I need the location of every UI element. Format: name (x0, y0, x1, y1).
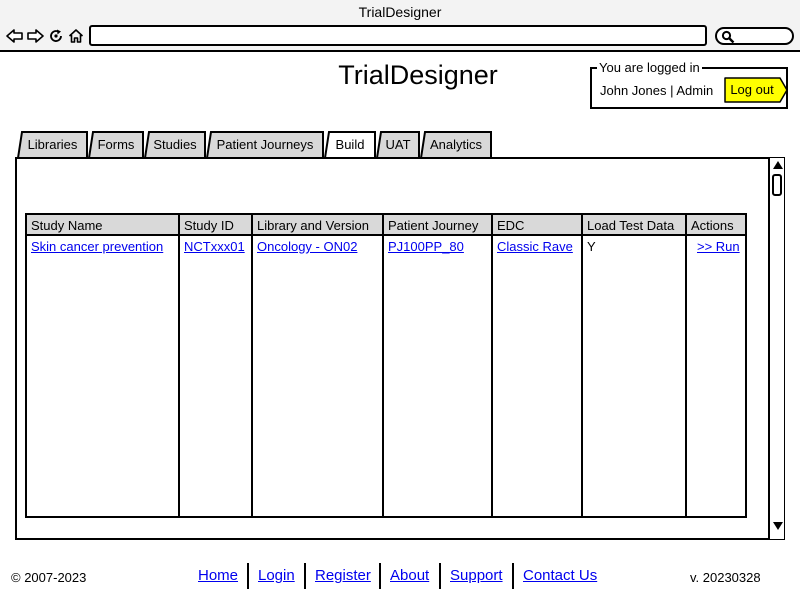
footer-divider (512, 563, 514, 589)
column-library-version: Library and Version Oncology - ON02 (253, 215, 384, 516)
logged-in-user: John Jones | Admin (600, 83, 714, 98)
tab-analytics[interactable]: Analytics (420, 131, 492, 159)
tab-label: Forms (97, 137, 135, 152)
copyright: © 2007-2023 (11, 570, 87, 585)
back-arrow-icon[interactable] (6, 27, 24, 45)
table-cell: NCTxxx01 (180, 236, 251, 254)
tab-label: UAT (385, 137, 411, 152)
table-cell: PJ100PP_80 (384, 236, 491, 254)
tab-label: Studies (153, 137, 197, 152)
column-patient-journey: Patient Journey PJ100PP_80 (384, 215, 493, 516)
tab-label: Patient Journeys (216, 137, 314, 152)
column-study-name: Study Name Skin cancer prevention (27, 215, 180, 516)
login-legend: You are logged in (597, 60, 702, 75)
footer-link-about[interactable]: About (390, 567, 429, 584)
footer-divider (439, 563, 441, 589)
load-test-data-value: Y (587, 239, 596, 254)
edc-link[interactable]: Classic Rave (497, 239, 573, 254)
column-actions: Actions >> Run (687, 215, 745, 516)
patient-journey-link[interactable]: PJ100PP_80 (388, 239, 464, 254)
window-title: TrialDesigner (358, 4, 442, 20)
table-cell: >> Run (687, 236, 745, 254)
table-cell: Oncology - ON02 (253, 236, 382, 254)
column-study-id: Study ID NCTxxx01 (180, 215, 253, 516)
column-load-test-data: Load Test Data Y (583, 215, 687, 516)
tab-patient-journeys[interactable]: Patient Journeys (206, 131, 324, 159)
study-id-link[interactable]: NCTxxx01 (184, 239, 245, 254)
table-cell: Classic Rave (493, 236, 581, 254)
library-version-link[interactable]: Oncology - ON02 (257, 239, 357, 254)
footer-divider (379, 563, 381, 589)
column-header: Study ID (180, 215, 251, 236)
column-header: Actions (687, 215, 745, 236)
run-link[interactable]: >> Run (697, 239, 740, 254)
footer-divider (304, 563, 306, 589)
tab-label: Analytics (429, 137, 483, 152)
tab-label: Libraries (27, 137, 78, 152)
footer-link-home[interactable]: Home (198, 567, 238, 584)
vertical-scrollbar[interactable] (768, 158, 784, 539)
reload-icon[interactable] (47, 27, 65, 45)
browser-chrome: TrialDesigner (0, 0, 800, 52)
logout-label: Log out (730, 82, 774, 97)
column-header: Patient Journey (384, 215, 491, 236)
tab-label: Build (335, 137, 365, 152)
browser-search-field[interactable] (715, 27, 794, 45)
column-header: Study Name (27, 215, 178, 236)
table-cell: Skin cancer prevention (27, 236, 178, 254)
version-label: v. 20230328 (690, 570, 761, 585)
column-header: EDC (493, 215, 581, 236)
footer-link-support[interactable]: Support (450, 567, 503, 584)
tab-studies[interactable]: Studies (144, 131, 206, 159)
column-header: Load Test Data (583, 215, 685, 236)
footer-link-contact-us[interactable]: Contact Us (523, 567, 597, 584)
tab-uat[interactable]: UAT (376, 131, 420, 159)
tab-forms[interactable]: Forms (88, 131, 144, 159)
home-icon[interactable] (67, 27, 85, 45)
magnifier-icon (721, 30, 735, 49)
column-edc: EDC Classic Rave (493, 215, 583, 516)
footer-link-register[interactable]: Register (315, 567, 371, 584)
footer-divider (247, 563, 249, 589)
scroll-thumb[interactable] (772, 174, 782, 196)
login-status-box: You are logged in John Jones | Admin Log… (590, 60, 788, 109)
url-bar[interactable] (89, 25, 707, 46)
study-name-link[interactable]: Skin cancer prevention (31, 239, 163, 254)
scroll-down-arrow-icon[interactable] (772, 519, 784, 537)
forward-arrow-icon[interactable] (26, 27, 44, 45)
footer-link-login[interactable]: Login (258, 567, 295, 584)
logout-button[interactable]: Log out (724, 77, 788, 103)
column-header: Library and Version (253, 215, 382, 236)
tab-libraries[interactable]: Libraries (17, 131, 88, 159)
studies-table: Study Name Skin cancer prevention Study … (25, 213, 747, 518)
